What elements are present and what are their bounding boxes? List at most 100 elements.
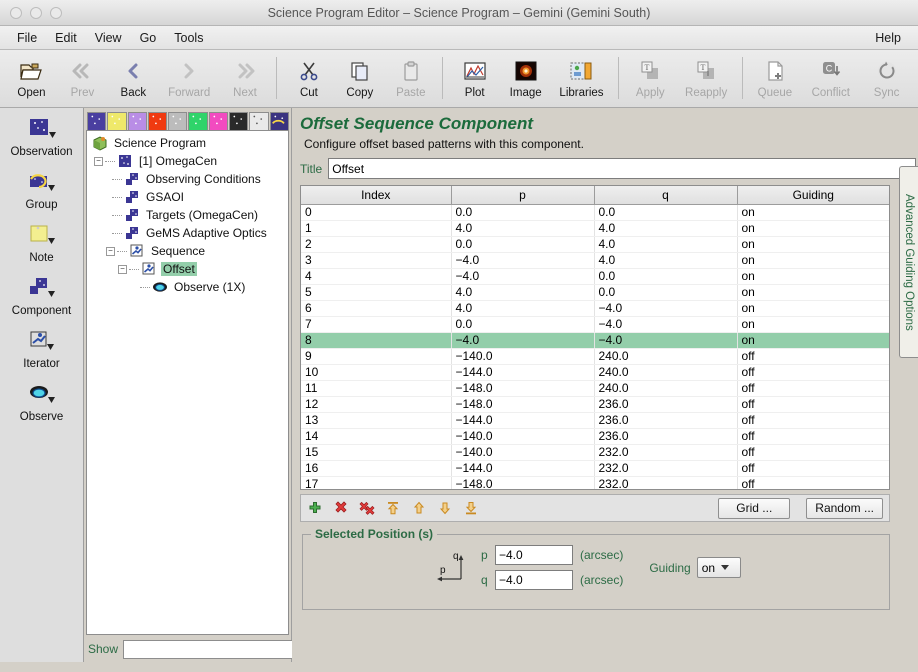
table-row[interactable]: 11 −148.0 240.0 off xyxy=(301,380,889,397)
tree-expander-omegacen[interactable]: − xyxy=(94,156,103,166)
cell-p: 4.0 xyxy=(451,300,595,317)
color-tab-3[interactable] xyxy=(127,112,147,130)
palette-item-group[interactable]: Group xyxy=(0,167,83,211)
toolbar-open-button[interactable]: Open xyxy=(6,55,57,99)
table-row[interactable]: 12 −148.0 236.0 off xyxy=(301,396,889,413)
guiding-label: Guiding xyxy=(649,560,691,575)
p-input[interactable] xyxy=(495,545,573,565)
table-row[interactable]: 9 −140.0 240.0 off xyxy=(301,348,889,365)
minimize-button[interactable] xyxy=(30,6,42,19)
palette-item-observation[interactable]: Observation xyxy=(0,114,83,158)
table-row[interactable]: 13 −144.0 236.0 off xyxy=(301,412,889,429)
toolbar-reapply-button[interactable]: T Reapply xyxy=(676,55,737,99)
menu-edit[interactable]: Edit xyxy=(46,29,86,47)
program-tree[interactable]: Science Program − [1] OmegaCen Observing… xyxy=(86,130,289,635)
random-button[interactable]: Random ... xyxy=(806,497,883,519)
palette-item-component[interactable]: Component xyxy=(0,273,83,317)
table-row[interactable]: 5 4.0 0.0 on xyxy=(301,284,889,301)
palette-item-iterator[interactable]: Iterator xyxy=(0,326,83,370)
toolbar-apply-button[interactable]: T Apply xyxy=(625,55,676,99)
remove-all-positions-icon[interactable] xyxy=(359,500,375,516)
palette-item-note[interactable]: Note xyxy=(0,220,83,264)
show-input[interactable] xyxy=(123,639,307,659)
menu-file[interactable]: File xyxy=(8,29,46,47)
toolbar-plot-button[interactable]: Plot xyxy=(449,55,500,99)
tree-node-observe[interactable]: Observe (1X) xyxy=(90,278,288,296)
tree-expander-sequence[interactable]: − xyxy=(106,246,115,256)
toolbar-libraries-button[interactable]: Libraries xyxy=(551,55,612,99)
toolbar-conflict-button[interactable]: C Conflict xyxy=(800,55,861,99)
color-tab-4[interactable] xyxy=(147,112,168,130)
color-tab-7[interactable] xyxy=(208,112,229,130)
tree-node-offset[interactable]: − Offset xyxy=(90,260,288,278)
cell-p: −140.0 xyxy=(451,428,595,445)
table-row[interactable]: 3 −4.0 4.0 on xyxy=(301,252,889,269)
toolbar-sync-button[interactable]: Sync xyxy=(861,55,912,99)
tree-node-gsaoi[interactable]: GSAOI xyxy=(90,188,288,206)
guiding-select[interactable]: on xyxy=(696,557,741,578)
column-header-p[interactable]: p xyxy=(451,186,595,205)
color-tab-1[interactable] xyxy=(87,112,107,130)
move-up-icon[interactable] xyxy=(411,500,427,516)
menu-tools[interactable]: Tools xyxy=(165,29,212,47)
color-tab-9[interactable] xyxy=(249,112,269,130)
tree-node-gems-adaptive-optics[interactable]: GeMS Adaptive Optics xyxy=(90,224,288,242)
move-to-top-icon[interactable] xyxy=(385,500,401,516)
menu-view[interactable]: View xyxy=(86,29,131,47)
close-button[interactable] xyxy=(10,6,22,19)
column-header-guiding[interactable]: Guiding xyxy=(737,186,889,205)
tree-node-targets[interactable]: Targets (OmegaCen) xyxy=(90,206,288,224)
table-row[interactable]: 15 −140.0 232.0 off xyxy=(301,444,889,461)
column-header-index[interactable]: Index xyxy=(301,186,452,205)
move-down-icon[interactable] xyxy=(437,500,453,516)
color-tab-5[interactable] xyxy=(168,112,188,130)
color-tab-6[interactable] xyxy=(188,112,208,130)
table-row-selected[interactable]: 8 −4.0 −4.0 on xyxy=(301,332,889,349)
table-row[interactable]: 14 −140.0 236.0 off xyxy=(301,428,889,445)
table-row[interactable]: 10 −144.0 240.0 off xyxy=(301,364,889,381)
toolbar-forward-button[interactable]: Forward xyxy=(159,55,220,99)
palette-label-observe: Observe xyxy=(19,411,64,423)
add-position-icon[interactable] xyxy=(307,500,323,516)
toolbar-image-button[interactable]: Image xyxy=(500,55,551,99)
table-row[interactable]: 4 −4.0 0.0 on xyxy=(301,268,889,285)
tab-advanced-guiding-options[interactable]: Advanced Guiding Options xyxy=(899,166,918,358)
move-to-bottom-icon[interactable] xyxy=(463,500,479,516)
table-row[interactable]: 17 −148.0 232.0 off xyxy=(301,476,889,489)
table-row[interactable]: 1 4.0 4.0 on xyxy=(301,220,889,237)
palette-item-observe[interactable]: Observe xyxy=(0,379,83,423)
q-input[interactable] xyxy=(495,570,573,590)
color-tab-10-active[interactable] xyxy=(269,112,289,130)
toolbar-paste-button[interactable]: Paste xyxy=(385,55,436,99)
column-header-q[interactable]: q xyxy=(594,186,738,205)
toolbar-queue-button[interactable]: Queue xyxy=(749,55,800,99)
toolbar-back-button[interactable]: Back xyxy=(108,55,159,99)
table-row[interactable]: 6 4.0 −4.0 on xyxy=(301,300,889,317)
toolbar-cut-button[interactable]: Cut xyxy=(283,55,334,99)
toolbar-copy-button[interactable]: Copy xyxy=(334,55,385,99)
table-row[interactable]: 0 0.0 0.0 on xyxy=(301,204,889,221)
toolbar-prev-button[interactable]: Prev xyxy=(57,55,108,99)
table-row[interactable]: 7 0.0 −4.0 on xyxy=(301,316,889,333)
observation-icon xyxy=(117,153,133,169)
tree-node-sequence[interactable]: − Sequence xyxy=(90,242,288,260)
toolbar-prev-label: Prev xyxy=(70,87,95,99)
toolbar-next-button[interactable]: Next xyxy=(220,55,271,99)
queue-icon xyxy=(764,56,786,86)
remove-position-icon[interactable] xyxy=(333,500,349,516)
menu-go[interactable]: Go xyxy=(131,29,166,47)
color-tab-2[interactable] xyxy=(107,112,127,130)
tree-node-observing-conditions[interactable]: Observing Conditions xyxy=(90,170,288,188)
cell-guiding: on xyxy=(737,268,889,285)
color-tab-8[interactable] xyxy=(229,112,249,130)
table-row[interactable]: 16 −144.0 232.0 off xyxy=(301,460,889,477)
title-input[interactable] xyxy=(328,158,916,179)
tree-node-science-program[interactable]: Science Program xyxy=(90,134,288,152)
offset-positions-table[interactable]: Index p q Guiding 0 0.0 0.0 on 1 4.0 4.0… xyxy=(300,185,890,490)
grid-button[interactable]: Grid ... xyxy=(718,497,791,519)
tree-node-omegacen[interactable]: − [1] OmegaCen xyxy=(90,152,288,170)
table-row[interactable]: 2 0.0 4.0 on xyxy=(301,236,889,253)
tree-expander-offset[interactable]: − xyxy=(118,264,127,274)
maximize-button[interactable] xyxy=(50,6,62,19)
menu-help[interactable]: Help xyxy=(866,29,910,47)
